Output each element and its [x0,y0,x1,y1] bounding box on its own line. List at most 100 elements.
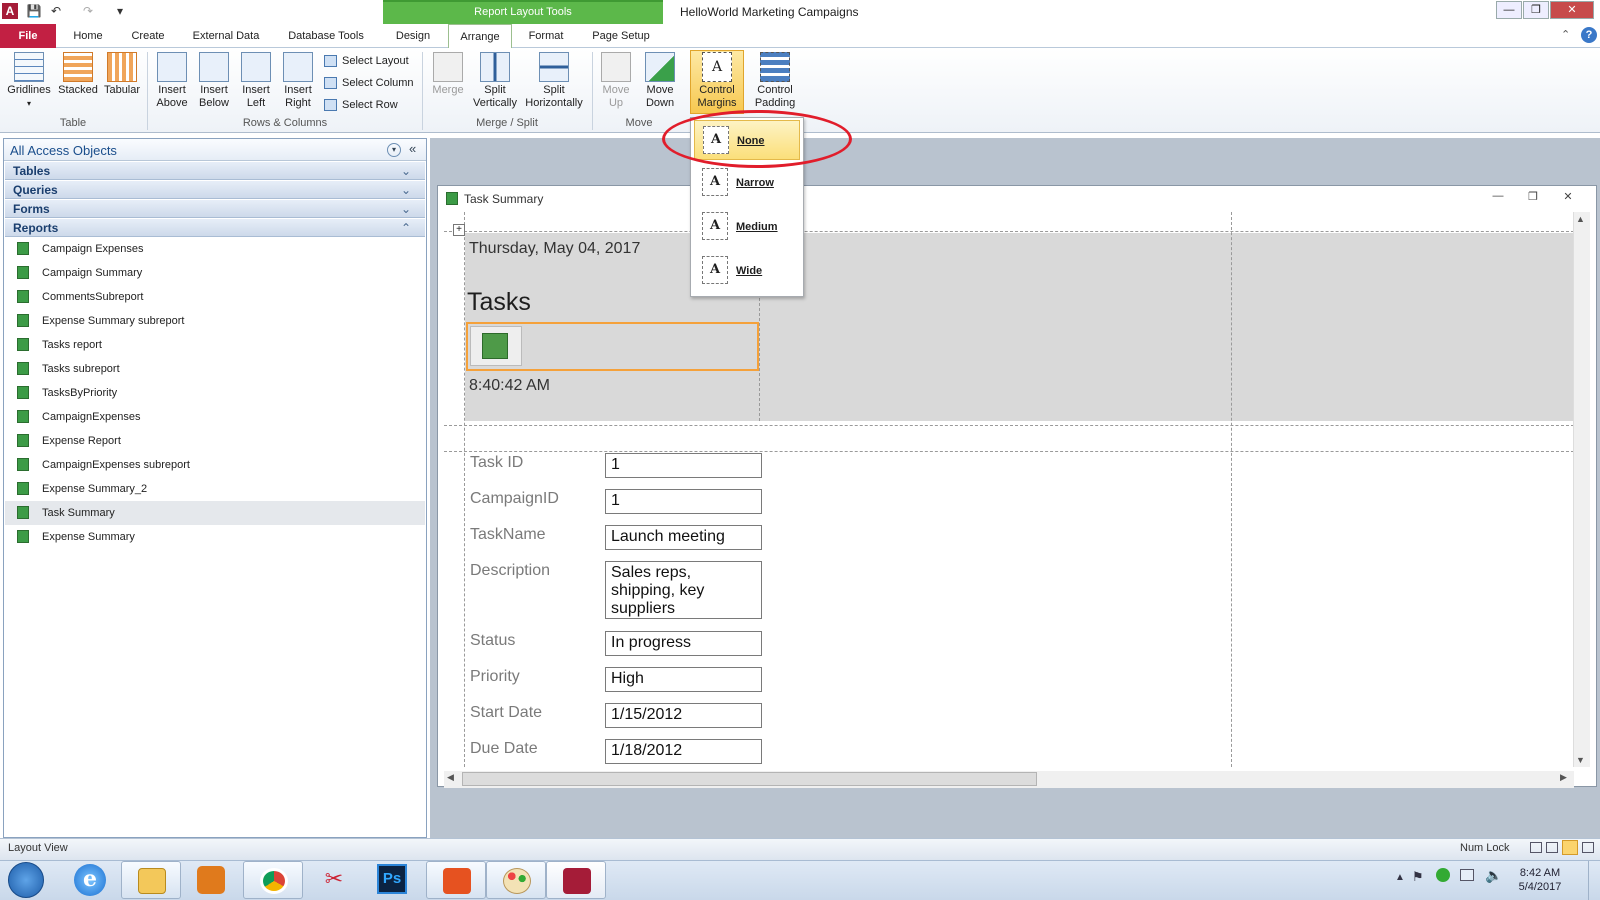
nav-item-report[interactable]: Tasks subreport [5,357,425,381]
field-value-campaign-id[interactable]: 1 [605,489,762,514]
layout-selector-icon[interactable]: + [453,224,465,236]
tab-page-setup[interactable]: Page Setup [584,24,658,48]
layout-view-icon[interactable] [1562,840,1578,855]
network-icon[interactable] [1460,869,1474,881]
nav-item-report[interactable]: Tasks report [5,333,425,357]
tabular-button[interactable]: Tabular [100,50,144,97]
insert-right-button[interactable]: Insert Right [278,50,318,110]
save-icon[interactable]: 💾 [26,3,42,19]
redo-icon[interactable]: ↷ [80,3,96,19]
margin-option-wide[interactable]: A Wide [694,251,800,291]
scroll-down-icon[interactable]: ▼ [1576,755,1585,765]
nav-item-report[interactable]: TasksByPriority [5,381,425,405]
stacked-button[interactable]: Stacked [56,50,100,97]
move-up-button[interactable]: Move Up [596,50,636,110]
select-column-button[interactable]: Select Column [324,74,414,92]
scroll-left-icon[interactable]: ◀ [447,772,454,783]
windows-start-icon[interactable] [8,862,44,898]
restore-button[interactable]: ❐ [1523,1,1549,19]
taskbar-office[interactable] [426,861,486,899]
horizontal-scroll-thumb[interactable] [462,772,1037,786]
minimize-button[interactable]: — [1496,1,1522,19]
field-value-description[interactable]: Sales reps, shipping, key suppliers [605,561,762,619]
field-value-status[interactable]: In progress [605,631,762,656]
insert-left-button[interactable]: Insert Left [236,50,276,110]
report-view-icon[interactable] [1530,842,1542,853]
report-close-icon[interactable]: ✕ [1559,190,1577,206]
field-value-priority[interactable]: High [605,667,762,692]
nav-item-report[interactable]: CampaignExpenses [5,405,425,429]
tab-design[interactable]: Design [386,24,440,48]
close-button[interactable]: ✕ [1550,1,1594,19]
scroll-up-icon[interactable]: ▲ [1576,214,1585,224]
nav-item-report[interactable]: Expense Summary_2 [5,477,425,501]
taskbar-paint[interactable] [486,861,546,899]
control-margins-button[interactable]: A Control Margins [690,50,744,110]
nav-item-report[interactable]: Campaign Expenses [5,237,425,261]
snipping-tool-icon[interactable]: ✂ [320,866,348,894]
show-desktop-button[interactable] [1588,861,1600,900]
internet-explorer-icon[interactable]: e [74,864,106,896]
print-preview-icon[interactable] [1546,842,1558,853]
merge-button[interactable]: Merge [428,50,468,97]
report-minimize-icon[interactable]: — [1489,190,1507,206]
nav-item-report-selected[interactable]: Task Summary [5,501,425,525]
nav-item-report[interactable]: Expense Summary [5,525,425,549]
field-value-due-date[interactable]: 1/18/2012 [605,739,762,764]
insert-below-button[interactable]: Insert Below [194,50,234,110]
media-player-icon[interactable] [197,866,225,894]
tab-database-tools[interactable]: Database Tools [278,24,374,48]
customize-qat-icon[interactable]: ▾ [112,3,128,19]
select-row-button[interactable]: Select Row [324,96,398,114]
report-title[interactable]: Tasks [467,288,531,317]
taskbar-clock[interactable]: 8:42 AM 5/4/2017 [1515,866,1565,894]
split-horizontally-button[interactable]: Split Horizontally [522,50,586,110]
taskbar-file-explorer[interactable] [121,861,181,899]
nav-item-report[interactable]: Expense Summary subreport [5,309,425,333]
nav-group-forms[interactable]: Forms ⌄ [5,200,425,218]
report-restore-icon[interactable]: ❐ [1524,190,1542,206]
action-center-flag-icon[interactable]: ⚑ [1412,869,1424,885]
margin-option-medium[interactable]: A Medium [694,207,800,247]
access-app-icon[interactable]: A [2,3,18,19]
nav-item-report[interactable]: Expense Report [5,429,425,453]
margin-option-narrow[interactable]: A Narrow [694,163,800,203]
nav-group-queries[interactable]: Queries ⌄ [5,181,425,199]
tab-create[interactable]: Create [120,24,176,48]
tray-status-icon[interactable] [1436,868,1450,882]
nav-item-report[interactable]: CampaignExpenses subreport [5,453,425,477]
design-view-icon[interactable] [1582,842,1594,853]
vertical-scrollbar[interactable] [1573,212,1590,767]
volume-icon[interactable]: 🔈 [1485,867,1502,884]
field-value-start-date[interactable]: 1/15/2012 [605,703,762,728]
tab-format[interactable]: Format [518,24,574,48]
insert-above-button[interactable]: Insert Above [152,50,192,110]
nav-group-tables[interactable]: Tables ⌄ [5,162,425,180]
tab-home[interactable]: Home [62,24,114,48]
photoshop-icon[interactable]: Ps [377,864,407,894]
select-layout-button[interactable]: Select Layout [324,52,409,70]
taskbar-access[interactable] [546,861,606,899]
report-date[interactable]: Thursday, May 04, 2017 [469,240,640,258]
nav-group-reports[interactable]: Reports ⌃ [5,219,425,237]
tab-external-data[interactable]: External Data [182,24,270,48]
tab-arrange[interactable]: Arrange [448,24,512,49]
navigation-pane-title[interactable]: All Access Objects [10,143,117,158]
nav-item-report[interactable]: CommentsSubreport [5,285,425,309]
undo-icon[interactable]: ↶ [48,3,64,19]
split-vertically-button[interactable]: Split Vertically [470,50,520,110]
nav-menu-icon[interactable]: ▾ [387,143,401,157]
report-time[interactable]: 8:40:42 AM [469,377,550,395]
control-padding-button[interactable]: Control Padding [748,50,802,110]
minimize-ribbon-icon[interactable]: ⌃ [1561,28,1570,41]
shutter-bar-close-icon[interactable]: « [409,141,416,156]
help-icon[interactable]: ? [1581,27,1597,43]
tab-file[interactable]: File [0,24,56,48]
gridlines-button[interactable]: Gridlines ▾ [4,50,54,110]
field-value-task-id[interactable]: 1 [605,453,762,478]
move-down-button[interactable]: Move Down [638,50,682,110]
scroll-right-icon[interactable]: ▶ [1560,772,1567,783]
show-hidden-icons[interactable]: ▲ [1395,872,1405,883]
nav-item-report[interactable]: Campaign Summary [5,261,425,285]
field-value-task-name[interactable]: Launch meeting [605,525,762,550]
